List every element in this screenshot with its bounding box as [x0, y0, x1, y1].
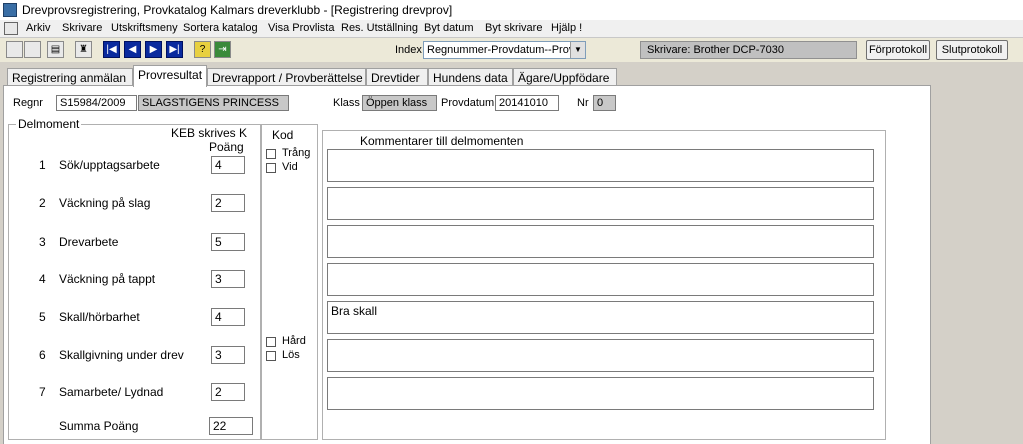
score-input[interactable]: 3: [211, 270, 245, 288]
hard-checkbox[interactable]: [266, 337, 276, 347]
menu-arkiv[interactable]: Arkiv: [26, 22, 50, 34]
menu-byt-datum[interactable]: Byt datum: [424, 22, 474, 34]
dog-name-field: SLAGSTIGENS PRINCESS: [138, 95, 289, 111]
menu-byt-skrivare[interactable]: Byt skrivare: [485, 22, 542, 34]
trang-label: Trång: [282, 147, 311, 159]
trang-checkbox[interactable]: [266, 149, 276, 159]
kod-title: Kod: [272, 128, 294, 142]
menu-sortera-katalog[interactable]: Sortera katalog: [183, 22, 258, 34]
comment-input-4[interactable]: [327, 263, 874, 296]
row-number: 4: [39, 272, 46, 286]
chevron-down-icon[interactable]: ▼: [570, 42, 585, 58]
poang-header: Poäng: [209, 140, 244, 154]
help-icon[interactable]: ?: [194, 41, 211, 58]
score-input[interactable]: 3: [211, 346, 245, 364]
row-label: Skall/hörbarhet: [59, 310, 140, 324]
score-input[interactable]: 5: [211, 233, 245, 251]
comments-title: Kommentarer till delmomenten: [360, 134, 524, 148]
tab-hundens-data[interactable]: Hundens data: [428, 68, 513, 86]
klass-field: Öppen klass: [362, 95, 437, 111]
slutprotokoll-button[interactable]: Slutprotokoll: [936, 40, 1008, 60]
nr-field: 0: [593, 95, 616, 111]
toolbar: ▤ ♜ |◀ ◀ ▶ ▶| ? ⇥ Index Regnummer-Provda…: [0, 38, 1023, 62]
hard-label: Hård: [282, 335, 306, 347]
keb-header: KEB skrives K: [171, 126, 248, 140]
row-number: 3: [39, 235, 46, 249]
exit-icon[interactable]: ⇥: [214, 41, 231, 58]
index-select[interactable]: Regnummer-Provdatum--Provnr ▼: [423, 41, 586, 59]
tab-agare-uppfodare[interactable]: Ägare/Uppfödare: [513, 68, 617, 86]
menu-utskriftsmeny[interactable]: Utskriftsmeny: [111, 22, 178, 34]
printer-display: Skrivare: Brother DCP-7030: [640, 41, 857, 59]
los-label: Lös: [282, 349, 300, 361]
score-input[interactable]: 4: [211, 156, 245, 174]
comment-input-5[interactable]: Bra skall: [327, 301, 874, 334]
stamp-icon[interactable]: ♜: [75, 41, 92, 58]
new-icon[interactable]: [6, 41, 23, 58]
comment-input-7[interactable]: [327, 377, 874, 410]
row-number: 7: [39, 385, 46, 399]
row-label: Drevarbete: [59, 235, 119, 249]
row-label: Skallgivning under drev: [59, 348, 184, 362]
print-icon[interactable]: ▤: [47, 41, 64, 58]
los-checkbox[interactable]: [266, 351, 276, 361]
tab-drevtider[interactable]: Drevtider: [366, 68, 428, 86]
window-title: Drevprovsregistrering, Provkatalog Kalma…: [22, 3, 453, 17]
regnr-field[interactable]: S15984/2009: [56, 95, 137, 111]
regnr-label: Regnr: [13, 97, 43, 109]
score-input[interactable]: 2: [211, 383, 245, 401]
delmoment-title: Delmoment: [16, 117, 82, 131]
comment-input-3[interactable]: [327, 225, 874, 258]
system-menu-icon[interactable]: [4, 22, 18, 35]
summa-label: Summa Poäng: [59, 419, 139, 433]
comment-input-6[interactable]: [327, 339, 874, 372]
row-number: 1: [39, 158, 46, 172]
score-input[interactable]: 2: [211, 194, 245, 212]
vid-checkbox[interactable]: [266, 163, 276, 173]
score-input[interactable]: 4: [211, 308, 245, 326]
tab-drevrapport[interactable]: Drevrapport / Provberättelse: [207, 68, 366, 86]
provdatum-field[interactable]: 20141010: [495, 95, 559, 111]
index-label: Index: [395, 44, 422, 56]
row-label: Väckning på slag: [59, 196, 151, 210]
save-icon[interactable]: [24, 41, 41, 58]
comment-input-1[interactable]: [327, 149, 874, 182]
row-number: 5: [39, 310, 46, 324]
tab-provresultat[interactable]: Provresultat: [133, 65, 207, 87]
menu-bar: Arkiv Skrivare Utskriftsmeny Sortera kat…: [0, 20, 1023, 38]
row-label: Sök/upptagsarbete: [59, 158, 160, 172]
app-icon: [3, 3, 17, 17]
row-number: 2: [39, 196, 46, 210]
menu-res-utstallning[interactable]: Res. Utställning: [341, 22, 418, 34]
next-record-icon[interactable]: ▶: [145, 41, 162, 58]
tab-strip: Registrering anmälan Provresultat Drevra…: [0, 64, 1023, 87]
menu-visa-provlista[interactable]: Visa Provlista: [268, 22, 334, 34]
right-background: [931, 85, 1023, 444]
klass-label: Klass: [333, 97, 360, 109]
index-select-value: Regnummer-Provdatum--Provnr: [427, 44, 585, 56]
provdatum-label: Provdatum:: [441, 97, 498, 109]
forprotokoll-button[interactable]: Förprotokoll: [866, 40, 930, 60]
title-bar: Drevprovsregistrering, Provkatalog Kalma…: [0, 0, 1023, 20]
last-record-icon[interactable]: ▶|: [166, 41, 183, 58]
row-label: Väckning på tappt: [59, 272, 156, 286]
row-number: 6: [39, 348, 46, 362]
row-label: Samarbete/ Lydnad: [59, 385, 164, 399]
comment-input-2[interactable]: [327, 187, 874, 220]
summa-field: 22: [209, 417, 253, 435]
menu-skrivare[interactable]: Skrivare: [62, 22, 102, 34]
menu-hjalp[interactable]: Hjälp !: [551, 22, 582, 34]
previous-record-icon[interactable]: ◀: [124, 41, 141, 58]
first-record-icon[interactable]: |◀: [103, 41, 120, 58]
tab-registrering-anmalan[interactable]: Registrering anmälan: [7, 68, 133, 86]
vid-label: Vid: [282, 161, 298, 173]
nr-label: Nr: [577, 97, 589, 109]
